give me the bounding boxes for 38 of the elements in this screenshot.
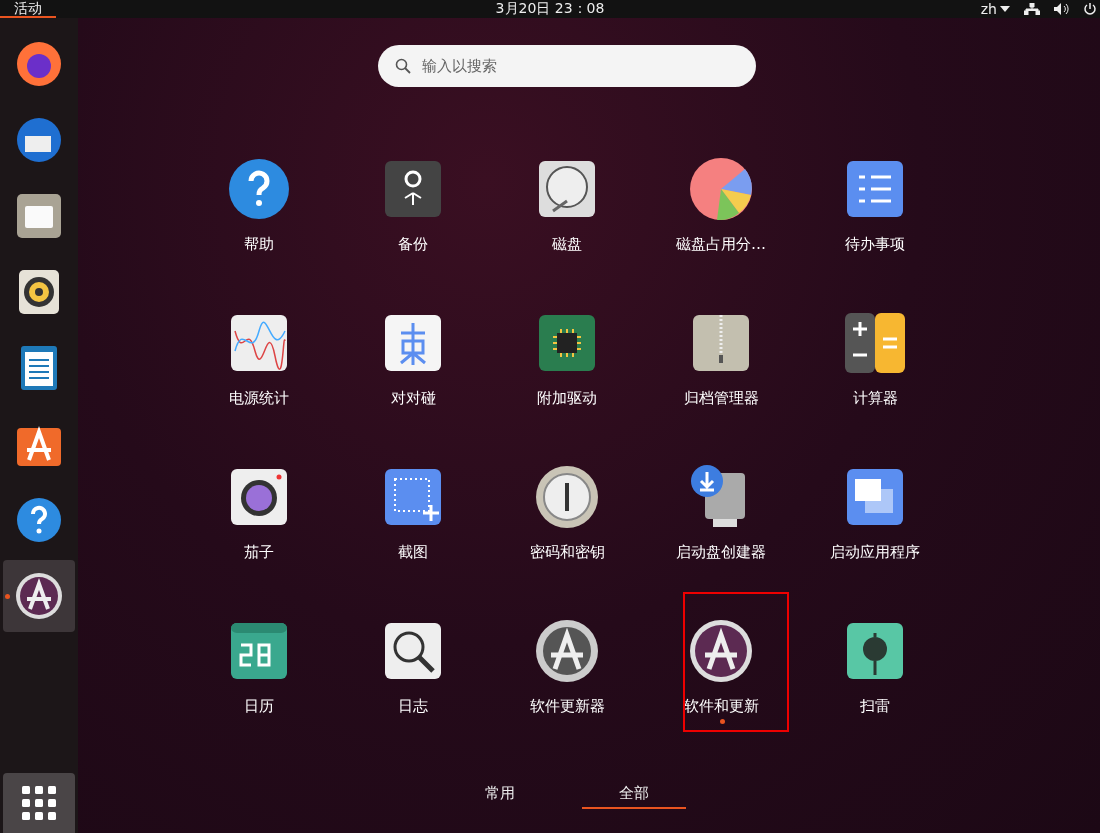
app-label[interactable]: 日志 (398, 697, 428, 716)
app-label[interactable]: 软件和更新 (683, 697, 759, 716)
network-icon[interactable] (1024, 3, 1040, 15)
search-icon (395, 58, 411, 74)
app-label[interactable]: 日历 (244, 697, 274, 716)
pie-chart-icon[interactable] (689, 157, 753, 221)
app-label[interactable]: 附加驱动 (537, 389, 597, 408)
app-label[interactable]: 电源统计 (229, 389, 289, 408)
app-label[interactable]: 截图 (398, 543, 428, 562)
app-label[interactable]: 密码和密钥 (529, 543, 605, 562)
app-label[interactable]: 帮助 (244, 235, 274, 254)
app-label[interactable]: 归档管理器 (683, 389, 759, 408)
help-icon (15, 496, 63, 544)
app-label[interactable]: 计算器 (852, 389, 898, 408)
language-menu[interactable]: zh (980, 1, 1010, 17)
calculator-icon[interactable] (843, 311, 907, 375)
search-field[interactable]: 输入以搜索 (378, 45, 756, 87)
folder-icon (15, 192, 63, 240)
app-label[interactable]: 软件更新器 (529, 697, 605, 716)
view-tab[interactable]: 全部 (582, 780, 686, 809)
app-label[interactable]: 待办事项 (845, 235, 905, 254)
help-icon[interactable] (227, 157, 291, 221)
app-label[interactable]: 茄子 (244, 543, 274, 562)
app-label[interactable]: 备份 (398, 235, 428, 254)
dock-item[interactable] (3, 560, 75, 632)
volume-icon[interactable] (1054, 3, 1070, 15)
app-label[interactable]: 启动盘创建器 (676, 543, 766, 562)
clock[interactable]: 3月20日 23：08 (495, 0, 605, 18)
app-label[interactable]: 扫雷 (860, 697, 890, 716)
app-label[interactable]: 磁盘 (552, 235, 582, 254)
caret-icon (1000, 6, 1010, 12)
app-label[interactable]: 启动应用程序 (830, 543, 920, 562)
app-label[interactable]: 磁盘占用分… (676, 235, 766, 254)
show-apps-button[interactable] (3, 773, 75, 833)
power-icon[interactable] (1084, 3, 1096, 15)
grid-icon (22, 786, 56, 820)
app-label[interactable]: 对对碰 (390, 389, 436, 408)
view-tab[interactable]: 常用 (448, 780, 552, 809)
